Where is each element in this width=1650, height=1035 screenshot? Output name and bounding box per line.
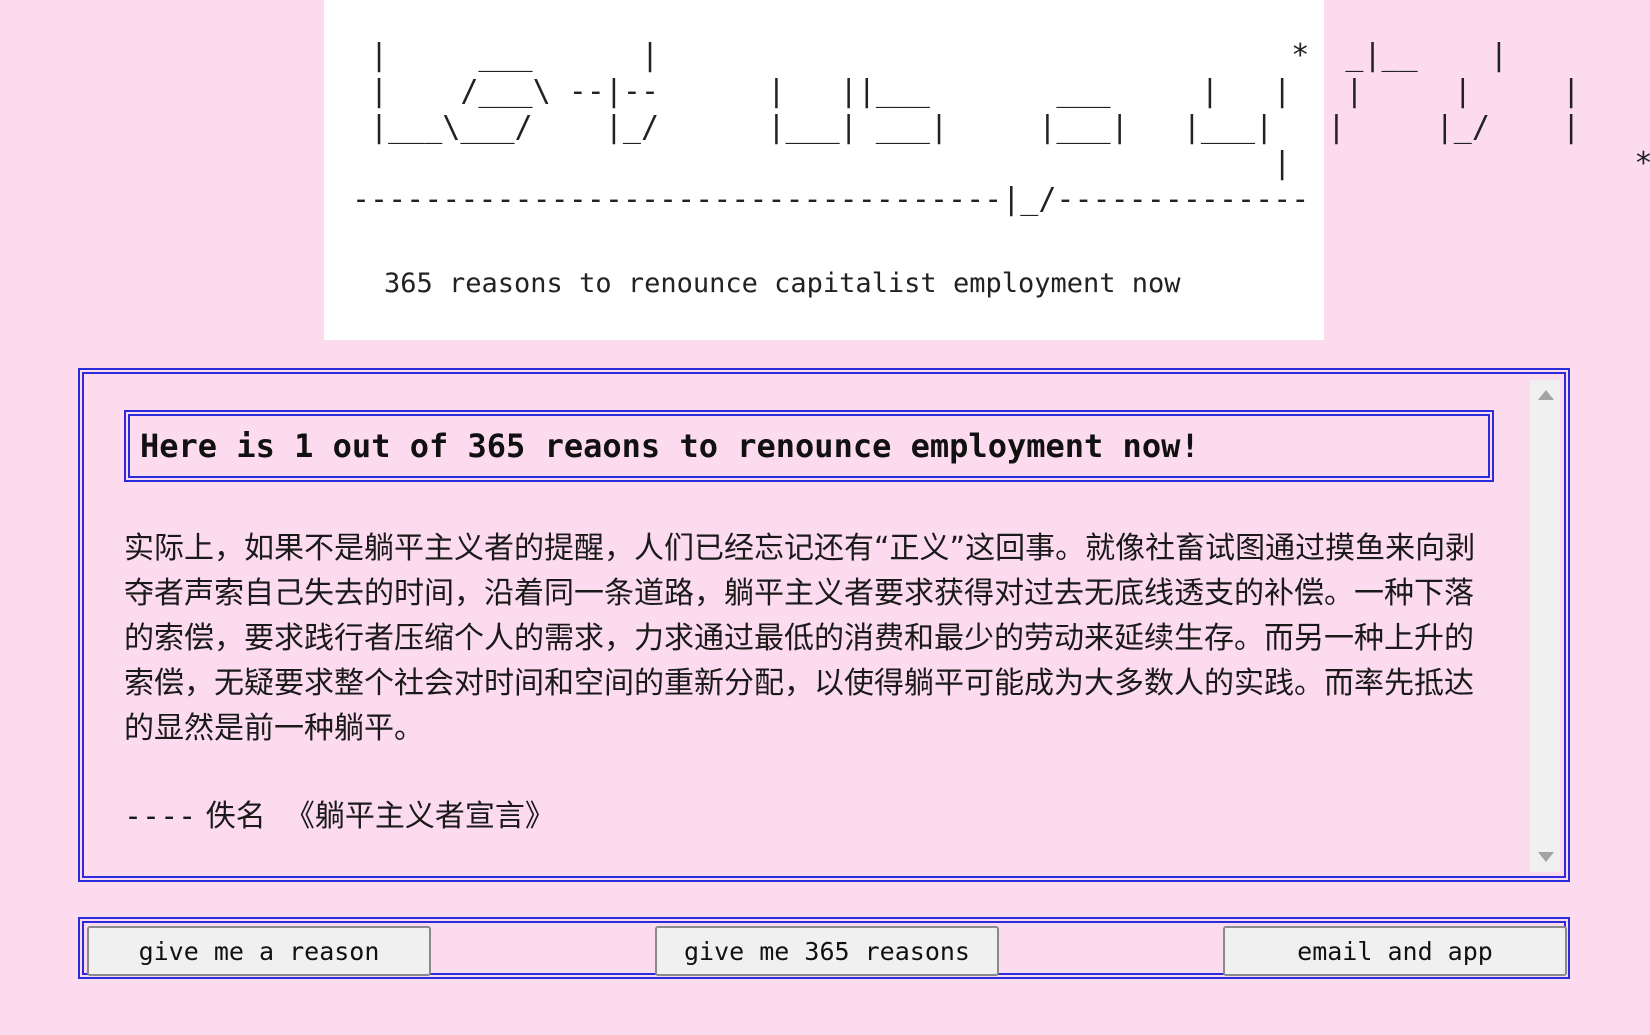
- attribution-dash: ----: [124, 799, 197, 834]
- vertical-scrollbar[interactable]: [1530, 380, 1560, 872]
- give-reason-button[interactable]: give me a reason: [87, 926, 431, 976]
- attribution-author: 佚名: [205, 799, 266, 834]
- attribution-source: 《躺平主义者宣言》: [284, 799, 555, 834]
- tagline: 365 reasons to renounce capitalist emplo…: [384, 268, 1181, 299]
- scroll-up-arrow-icon[interactable]: [1538, 390, 1554, 400]
- reason-text: 实际上，如果不是躺平主义者的提醒，人们已经忘记还有“正义”这回事。就像社畜试图通…: [124, 531, 1476, 746]
- ascii-title-art: | ___ | * _|__ | | /___\ --|-- | ||___ _…: [352, 38, 1650, 217]
- reason-attribution: ---- 佚名 《躺平主义者宣言》: [124, 794, 555, 839]
- title-banner: | ___ | * _|__ | | /___\ --|-- | ||___ _…: [324, 0, 1650, 340]
- reason-heading: Here is 1 out of 365 reaons to renounce …: [140, 427, 1200, 465]
- email-and-app-button[interactable]: email and app: [1223, 926, 1567, 976]
- scroll-down-arrow-icon[interactable]: [1538, 852, 1554, 862]
- give-365-reasons-button[interactable]: give me 365 reasons: [655, 926, 999, 976]
- reason-scroll-area[interactable]: Here is 1 out of 365 reaons to renounce …: [84, 374, 1528, 876]
- reason-heading-box: Here is 1 out of 365 reaons to renounce …: [124, 410, 1494, 482]
- reason-panel: Here is 1 out of 365 reaons to renounce …: [78, 368, 1570, 882]
- button-bar: give me a reason give me 365 reasons ema…: [78, 917, 1570, 979]
